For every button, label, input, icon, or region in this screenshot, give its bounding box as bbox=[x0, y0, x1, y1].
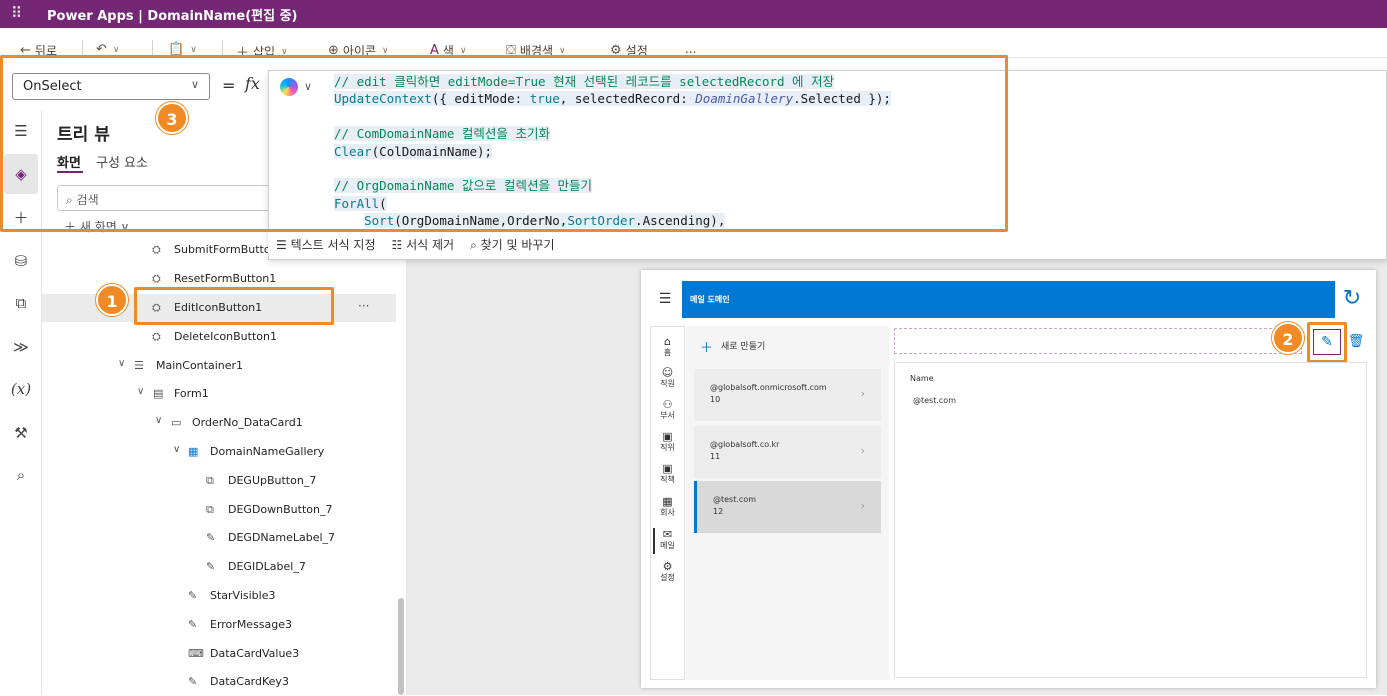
format-text-button[interactable]: ☰ 텍스트 서식 지정 bbox=[276, 236, 376, 253]
nav-settings[interactable]: ⚙ 설정 bbox=[650, 561, 685, 583]
label-icon: ✎ bbox=[206, 560, 216, 573]
annotation-badge-1: 1 bbox=[96, 284, 128, 316]
container-icon: ☰ bbox=[134, 359, 144, 372]
nav-company[interactable]: ▦ 회사 bbox=[650, 496, 685, 518]
search-icon[interactable]: ⌕ bbox=[0, 466, 42, 484]
annotation-badge-2: 2 bbox=[1272, 322, 1304, 354]
refresh-icon[interactable]: ↻ bbox=[1336, 283, 1368, 315]
tree-row[interactable]: ✎ DEGDNameLabel_7 bbox=[42, 524, 396, 552]
chevron-right-icon: › bbox=[860, 387, 865, 400]
label-icon: ✎ bbox=[188, 589, 198, 602]
tree-row[interactable]: ✎ DataCardKey3 bbox=[42, 668, 396, 696]
tree-row[interactable]: ⧉ DEGUpButton_7 bbox=[42, 467, 396, 495]
chevron-down-icon: ∨ bbox=[112, 44, 120, 55]
annotation-box-2 bbox=[1307, 322, 1347, 363]
button-icon: ⛭ bbox=[152, 330, 161, 343]
trash-icon[interactable]: 🗑 bbox=[1346, 331, 1366, 353]
detail-header-container bbox=[894, 328, 1302, 354]
waffle-icon[interactable]: ⠿ bbox=[11, 4, 22, 22]
app-title: Power Apps | DomainName(편집 중) bbox=[47, 9, 298, 24]
chevron-right-icon: › bbox=[860, 499, 865, 512]
tree-row[interactable]: ⧉ DEGDownButton_7 bbox=[42, 496, 396, 524]
field-label-name: Name bbox=[910, 374, 934, 383]
formula-format-bar: ☰ 텍스트 서식 지정 ☷ 서식 제거 ⌕ 찾기 및 바꾸기 bbox=[268, 232, 608, 256]
field-value-name: @test.com bbox=[913, 396, 956, 405]
annotation-box-1 bbox=[134, 287, 334, 325]
nav-roles[interactable]: ▣ 직책 bbox=[650, 463, 685, 485]
gallery-icon: ▦ bbox=[188, 445, 199, 458]
remove-format-button[interactable]: ☷ 서식 제거 bbox=[392, 236, 455, 253]
variables-icon[interactable]: (x) bbox=[0, 380, 42, 398]
label-icon: ✎ bbox=[188, 618, 198, 631]
plus-icon: ＋ bbox=[700, 341, 714, 356]
chevron-down-icon[interactable]: ∨ bbox=[137, 386, 144, 397]
chevron-down-icon[interactable]: ∨ bbox=[155, 415, 162, 426]
tree-row[interactable]: ∨ ▭ OrderNo_DataCard1 bbox=[42, 409, 396, 437]
tools-icon[interactable]: ⚒ bbox=[0, 424, 42, 442]
list-item[interactable]: @globalsoft.onmicrosoft.com 10 › bbox=[694, 369, 881, 421]
nav-departments[interactable]: ⚇ 부서 bbox=[650, 399, 685, 421]
format-text-icon: ☰ bbox=[276, 237, 291, 252]
tree-scrollbar[interactable] bbox=[398, 598, 404, 695]
chevron-down-icon: ∨ bbox=[382, 45, 389, 56]
nav-positions[interactable]: ▣ 직위 bbox=[650, 431, 685, 453]
tree-row[interactable]: ✎ StarVisible3 bbox=[42, 582, 396, 610]
nav-employees[interactable]: ☺ 직원 bbox=[650, 367, 685, 389]
tree-row[interactable]: ✎ ErrorMessage3 bbox=[42, 611, 396, 639]
chevron-down-icon[interactable]: ∨ bbox=[118, 358, 125, 369]
icon-icon: ⧉ bbox=[206, 474, 214, 487]
tree-row[interactable]: ✎ DEGIDLabel_7 bbox=[42, 553, 396, 581]
tree-row[interactable]: ⛭ DeleteIconButton1 bbox=[42, 323, 396, 351]
new-record-button[interactable]: ＋ 새로 만들기 bbox=[700, 337, 765, 356]
app-header: 메일 도메인 bbox=[682, 281, 1335, 318]
find-replace-button[interactable]: ⌕ 찾기 및 바꾸기 bbox=[470, 236, 554, 253]
remove-format-icon: ☷ bbox=[391, 237, 407, 252]
form-icon: ▤ bbox=[153, 387, 164, 400]
chevron-down-icon[interactable]: ∨ bbox=[173, 444, 180, 455]
annotation-box-3 bbox=[0, 55, 1008, 232]
app-title-bar: ⠿ Power Apps | DomainName(편집 중) bbox=[0, 0, 1387, 28]
detail-form bbox=[894, 362, 1367, 678]
database-icon[interactable]: ⛁ bbox=[0, 252, 42, 270]
media-icon[interactable]: ⧉ bbox=[0, 294, 42, 312]
list-item[interactable]: @globalsoft.co.kr 11 › bbox=[694, 426, 881, 478]
more-button[interactable]: ... bbox=[685, 42, 696, 56]
nav-mail[interactable]: ✉ 메일 bbox=[650, 529, 685, 551]
chevron-down-icon: ∨ bbox=[459, 45, 467, 56]
icon-icon: ⧉ bbox=[206, 503, 214, 516]
button-icon: ⛭ bbox=[152, 272, 161, 285]
tree-row[interactable]: ∨ ▦ DomainNameGallery bbox=[42, 438, 396, 466]
button-icon: ⛭ bbox=[152, 243, 161, 256]
tree-row[interactable]: ⌨ DataCardValue3 bbox=[42, 640, 396, 668]
textinput-icon: ⌨ bbox=[188, 647, 204, 660]
power-automate-icon[interactable]: ≫ bbox=[0, 338, 42, 356]
chevron-right-icon: › bbox=[860, 444, 865, 457]
tree-row[interactable]: ∨ ▤ Form1 bbox=[42, 380, 396, 408]
search-icon: ⌕ bbox=[470, 237, 481, 252]
annotation-badge-3: 3 bbox=[156, 102, 188, 134]
label-icon: ✎ bbox=[206, 531, 216, 544]
more-options-button[interactable]: ··· bbox=[358, 299, 369, 313]
app-hamburger-icon[interactable]: ☰ bbox=[651, 285, 679, 313]
nav-home[interactable]: ⌂ 홈 bbox=[650, 336, 685, 358]
chevron-down-icon: ∨ bbox=[190, 44, 197, 55]
label-icon: ✎ bbox=[188, 675, 198, 688]
list-item-selected[interactable]: @test.com 12 › bbox=[694, 481, 881, 533]
tree-row[interactable]: ∨ ☰ MainContainer1 bbox=[42, 352, 396, 380]
datacard-icon: ▭ bbox=[171, 416, 182, 429]
chevron-down-icon: ∨ bbox=[559, 45, 566, 56]
